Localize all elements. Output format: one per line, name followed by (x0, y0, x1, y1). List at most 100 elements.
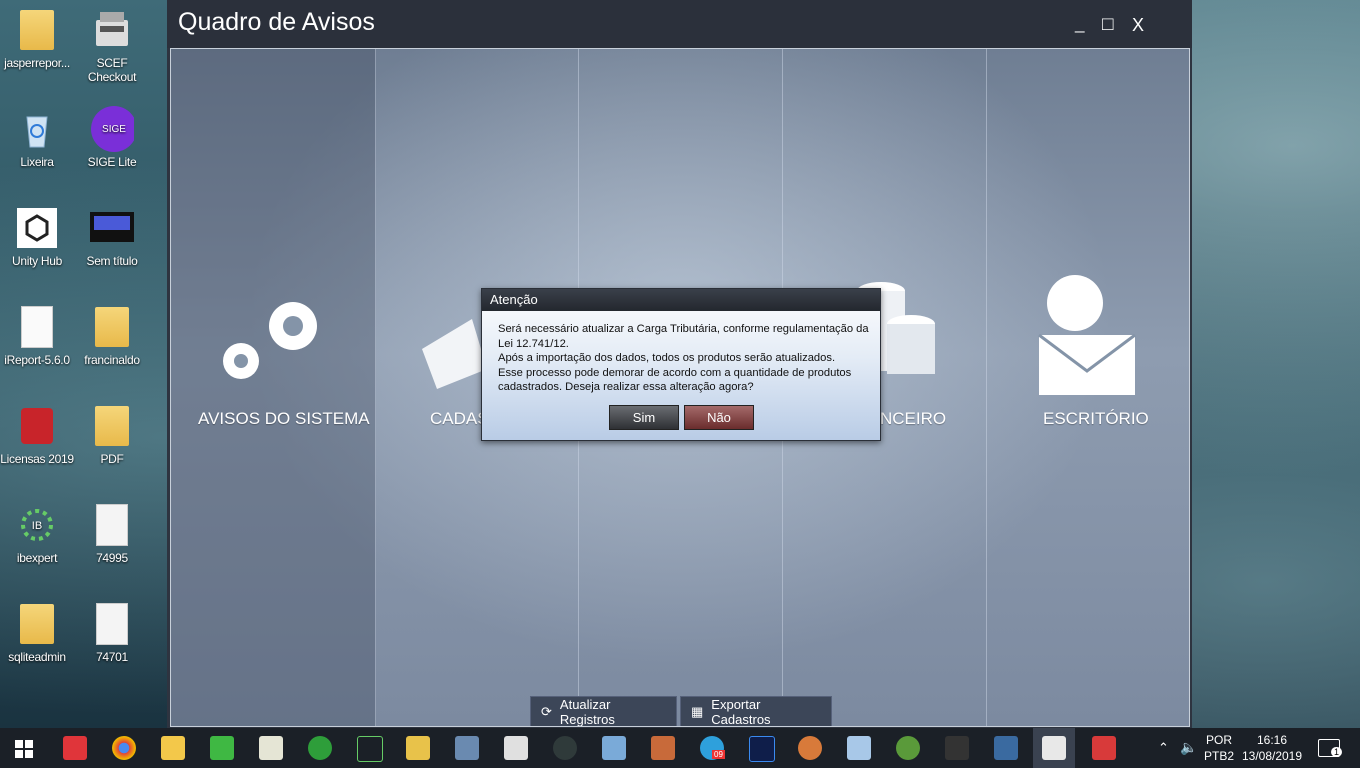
box-icon[interactable] (847, 736, 871, 760)
atualizar-registros-button[interactable]: ⟳ Atualizar Registros (530, 696, 677, 727)
atualizar-registros-label: Atualizar Registros (559, 697, 615, 727)
license-icon (15, 404, 59, 448)
unity-icon (15, 206, 59, 250)
chevron-up-icon[interactable]: ⌃ (1158, 740, 1169, 756)
pen-icon[interactable] (553, 736, 577, 760)
exportar-cadastros-label: Exportar Cadastros (711, 697, 771, 727)
gears-icon (223, 302, 317, 379)
tile-label-avisos: AVISOS DO SISTEMA (198, 409, 370, 428)
desktop-icon-lixeira[interactable]: Lixeira (0, 107, 74, 169)
volume-icon[interactable]: 🔈 (1180, 739, 1197, 756)
desktop-icon-jasperreports[interactable]: jasperrepor... (0, 8, 74, 70)
tile-label-escritorio: ESCRITÓRIO (1043, 409, 1149, 428)
desktop-icon-label: Licensas 2019 (0, 452, 74, 466)
ibexpert-icon: IB (15, 503, 59, 547)
atencao-dialog: Atenção Será necessário atualizar a Carg… (481, 288, 881, 441)
desktop-icon-label: 74701 (96, 650, 128, 664)
sige-icon[interactable] (1092, 736, 1116, 760)
maximize-button[interactable]: □ (1102, 14, 1113, 36)
desktop-icon-sige-lite[interactable]: SIGE SIGE Lite (75, 106, 149, 169)
helmet-icon[interactable] (945, 736, 969, 760)
clock[interactable]: 16:16 13/08/2019 (1240, 732, 1304, 764)
desktop-icon-74995[interactable]: 74995 (75, 503, 149, 565)
language-code: POR (1205, 733, 1232, 747)
hs-icon[interactable] (896, 736, 920, 760)
desktop-icon-unity-hub[interactable]: Unity Hub (0, 206, 74, 268)
desktop-icon-sqliteadmin[interactable]: sqliteadmin (0, 602, 74, 664)
desktop-icon-label: jasperrepor... (4, 56, 70, 70)
person-mail-icon (1038, 275, 1136, 395)
sige-lite-icon: SIGE (90, 106, 134, 152)
paint-icon[interactable] (602, 736, 626, 760)
dialog-title: Atenção (482, 289, 880, 311)
java-active-tab[interactable] (1033, 728, 1075, 768)
network-icon[interactable] (455, 736, 479, 760)
di-icon[interactable] (504, 736, 528, 760)
folder-icon (15, 8, 59, 52)
dots-icon[interactable] (798, 736, 822, 760)
window-title: Quadro de Avisos (178, 8, 375, 36)
desktop-icon-ibexpert[interactable]: IB ibexpert (0, 503, 74, 565)
image-icon (90, 206, 134, 250)
file-explorer-icon[interactable] (161, 736, 185, 760)
svg-text:SIGE: SIGE (102, 124, 126, 135)
sim-button[interactable]: Sim (609, 405, 679, 430)
folder-icon (90, 305, 134, 349)
folder-icon (15, 602, 59, 646)
desktop-icon-label: PDF (100, 452, 124, 466)
desktop-icon-label: sqliteadmin (8, 650, 66, 664)
anydesk-icon[interactable] (63, 736, 87, 760)
file-icon (90, 503, 134, 547)
tile-label-cadastros: CADAS (430, 409, 489, 428)
recycle-bin-icon (15, 107, 59, 151)
folder-icon (90, 404, 134, 448)
sheet-icon[interactable] (259, 736, 283, 760)
start-icon[interactable] (15, 740, 33, 758)
desktop-icon-sem-titulo[interactable]: Sem título (75, 206, 149, 268)
desktop-icon-label: SIGE Lite (87, 155, 137, 169)
dialog-message-line: Após a importação dos dados, todos os pr… (498, 352, 836, 364)
dialog-message-line: Lei 12.741/12. (498, 337, 569, 350)
svg-text:IB: IB (32, 520, 42, 532)
desktop-icon-licensas[interactable]: Licensas 2019 (0, 404, 74, 466)
exportar-cadastros-button[interactable]: ▦ Exportar Cadastros (680, 696, 832, 727)
photoshop-icon[interactable] (749, 736, 775, 762)
language-indicator[interactable]: POR PTB2 (1204, 732, 1234, 764)
desktop-icon-label: francinaldo (84, 353, 140, 367)
desktop-icon-pdf[interactable]: PDF (75, 404, 149, 466)
telegram-icon[interactable]: 09 (700, 736, 725, 760)
nao-button[interactable]: Não (684, 405, 754, 430)
chrome-icon[interactable] (112, 736, 136, 760)
camtasia-icon[interactable] (210, 736, 234, 760)
desktop-icon-francinaldo[interactable]: francinaldo (75, 305, 149, 367)
documents-icon (422, 319, 487, 389)
telegram-badge: 09 (712, 750, 725, 759)
ibexpert-icon[interactable] (357, 736, 383, 762)
desktop-icon-label: Unity Hub (12, 254, 62, 268)
desktop-icon-label: ibexpert (16, 551, 58, 565)
hands-icon[interactable] (406, 736, 430, 760)
clock-date: 13/08/2019 (1241, 749, 1303, 763)
browser-icon[interactable] (308, 736, 332, 760)
ireport-icon (15, 305, 59, 349)
dialog-message: Será necessário atualizar a Carga Tribut… (498, 322, 870, 395)
desktop-icon-74701[interactable]: 74701 (75, 602, 149, 664)
toolbox-icon[interactable] (651, 736, 675, 760)
keyboard-layout: PTB2 (1204, 749, 1235, 763)
cash-register-icon (90, 8, 134, 52)
minimize-button[interactable]: _ (1075, 14, 1084, 34)
refresh-icon: ⟳ (541, 704, 552, 719)
dialog-message-line: cadastrados. Deseja realizar essa altera… (498, 381, 754, 393)
postgres-icon[interactable] (994, 736, 1018, 760)
desktop-icon-label: Sem título (86, 254, 138, 268)
desktop-icon-ireport[interactable]: iReport-5.6.0 (0, 305, 74, 367)
dialog-message-line: Será necessário atualizar a Carga Tribut… (498, 323, 869, 335)
desktop-icon-scef-checkout[interactable]: SCEF Checkout (75, 8, 149, 84)
file-icon (90, 602, 134, 646)
close-button[interactable]: X (1132, 15, 1144, 36)
window-titlebar[interactable]: Quadro de Avisos _ □ X (167, 0, 1192, 48)
desktop-icon-label: iReport-5.6.0 (4, 353, 70, 367)
desktop-icon-label: Lixeira (20, 155, 54, 169)
notification-icon[interactable]: 1 (1318, 739, 1343, 757)
desktop-icon-label: 74995 (96, 551, 128, 565)
